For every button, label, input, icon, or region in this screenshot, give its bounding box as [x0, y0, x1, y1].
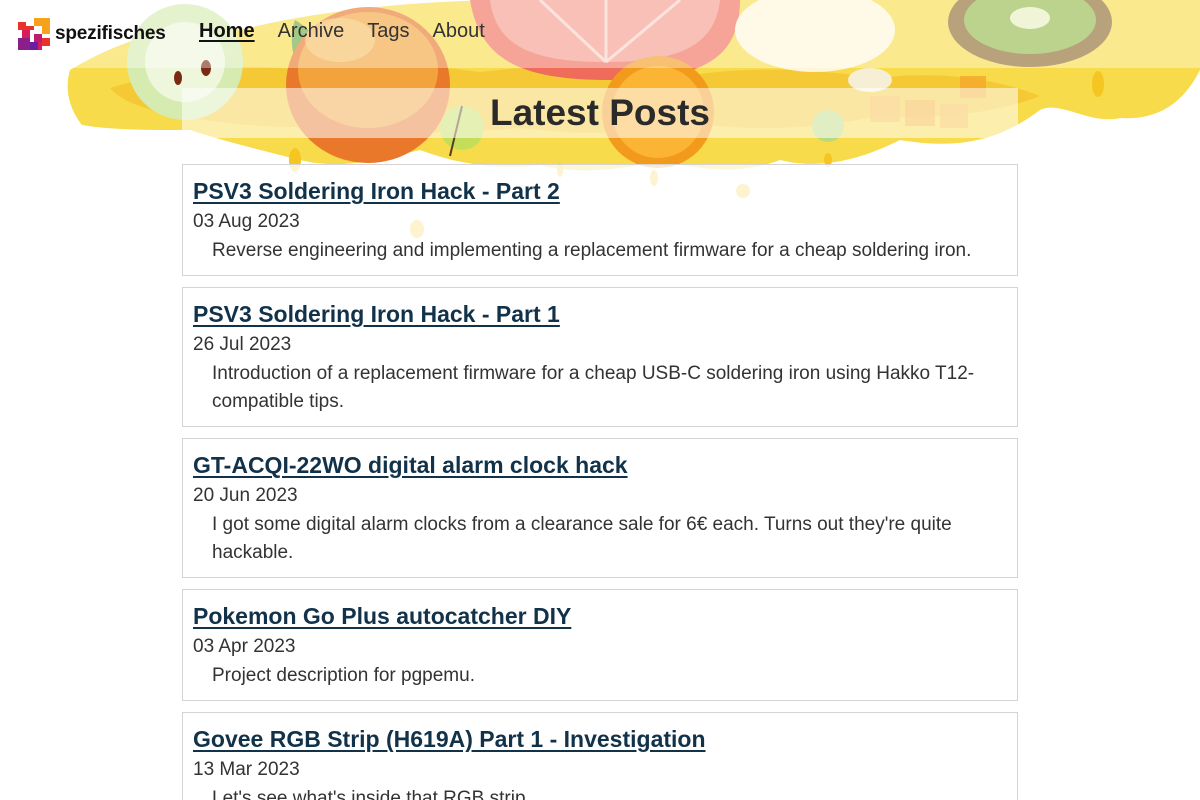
post-card: PSV3 Soldering Iron Hack - Part 2 03 Aug… [182, 164, 1018, 276]
post-summary: Project description for pgpemu. [212, 665, 475, 686]
nav-about-link[interactable]: About [433, 20, 485, 43]
post-card: Govee RGB Strip (H619A) Part 1 - Investi… [182, 712, 1018, 800]
brand-name: spezifisches [55, 23, 166, 44]
post-summary: I got some digital alarm clocks from a c… [212, 514, 952, 563]
post-date: 03 Apr 2023 [193, 636, 296, 657]
nav-home-link[interactable]: Home [199, 20, 255, 43]
post-card: PSV3 Soldering Iron Hack - Part 1 26 Jul… [182, 287, 1018, 427]
post-title-link[interactable]: GT-ACQI-22WO digital alarm clock hack [193, 451, 628, 479]
pixel-logo-icon [18, 18, 50, 50]
post-date: 03 Aug 2023 [193, 211, 300, 232]
post-title-link[interactable]: PSV3 Soldering Iron Hack - Part 1 [193, 300, 560, 328]
page: spezifisches Home Archive Tags About Lat… [0, 0, 1200, 800]
post-summary: Reverse engineering and implementing a r… [212, 240, 972, 261]
brand-link[interactable]: spezifisches [18, 18, 166, 50]
post-card: Pokemon Go Plus autocatcher DIY 03 Apr 2… [182, 589, 1018, 701]
nav-menu: Home Archive Tags About [199, 20, 485, 43]
page-title: Latest Posts [489, 92, 710, 133]
post-card: GT-ACQI-22WO digital alarm clock hack 20… [182, 438, 1018, 578]
post-date: 13 Mar 2023 [193, 759, 300, 780]
post-title-link[interactable]: PSV3 Soldering Iron Hack - Part 2 [193, 177, 560, 205]
post-summary: Let's see what's inside that RGB strip. [212, 788, 531, 800]
post-date: 20 Jun 2023 [193, 485, 298, 506]
nav-archive-link[interactable]: Archive [278, 20, 345, 43]
post-date: 26 Jul 2023 [193, 334, 292, 355]
post-title-link[interactable]: Govee RGB Strip (H619A) Part 1 - Investi… [193, 725, 706, 753]
post-title-link[interactable]: Pokemon Go Plus autocatcher DIY [193, 602, 571, 630]
navbar: spezifisches Home Archive Tags About [0, 0, 1200, 68]
nav-tags-link[interactable]: Tags [367, 20, 409, 43]
post-list: PSV3 Soldering Iron Hack - Part 2 03 Aug… [182, 164, 1018, 800]
post-summary: Introduction of a replacement firmware f… [212, 363, 975, 412]
title-bar: Latest Posts [182, 88, 1018, 138]
